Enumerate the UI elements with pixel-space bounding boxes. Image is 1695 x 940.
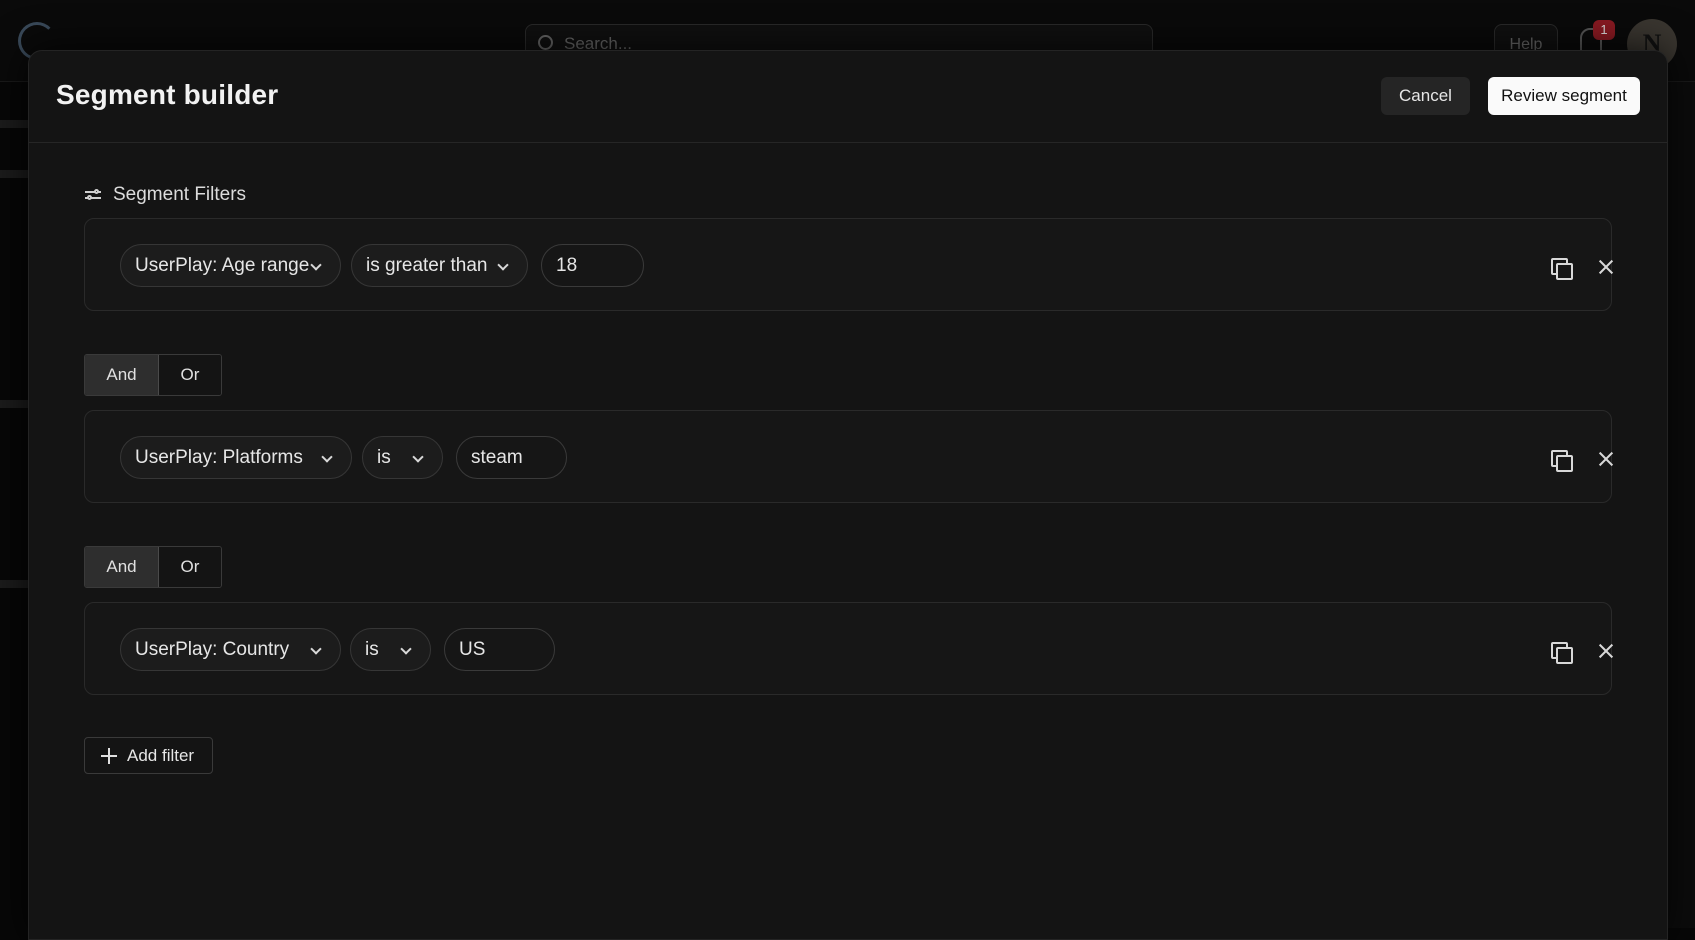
modal-header: Segment builder Cancel Review segment bbox=[29, 51, 1667, 143]
sliders-icon bbox=[85, 188, 101, 202]
sidebar-item bbox=[0, 580, 28, 588]
operator-select[interactable]: is bbox=[362, 436, 443, 479]
field-select[interactable]: UserPlay: Platforms bbox=[120, 436, 352, 479]
duplicate-icon[interactable] bbox=[1551, 450, 1573, 472]
close-icon[interactable] bbox=[1597, 258, 1615, 276]
operator-select[interactable]: is greater than bbox=[351, 244, 528, 287]
field-select[interactable]: UserPlay: Country bbox=[120, 628, 341, 671]
value-input-text: US bbox=[459, 638, 486, 660]
close-icon[interactable] bbox=[1597, 450, 1615, 468]
add-filter-button[interactable]: Add filter bbox=[84, 737, 213, 774]
operator-select-label: is bbox=[365, 638, 379, 660]
plus-icon bbox=[101, 747, 117, 764]
close-icon[interactable] bbox=[1597, 642, 1615, 660]
chevron-down-icon bbox=[497, 259, 509, 271]
value-input-text: steam bbox=[471, 446, 523, 468]
segment-builder-modal: Segment builder Cancel Review segment Se… bbox=[28, 50, 1668, 940]
value-input[interactable]: steam bbox=[456, 436, 567, 479]
sidebar-item bbox=[0, 170, 28, 178]
add-filter-label: Add filter bbox=[127, 745, 195, 765]
operator-select-label: is bbox=[377, 446, 391, 468]
section-label-text: Segment Filters bbox=[113, 184, 247, 205]
logic-toggle: And Or bbox=[84, 354, 222, 396]
chevron-down-icon bbox=[310, 643, 322, 655]
value-input-text: 18 bbox=[556, 254, 578, 276]
logic-toggle: And Or bbox=[84, 546, 222, 588]
chevron-down-icon bbox=[310, 259, 322, 271]
and-button[interactable]: And bbox=[85, 547, 159, 587]
value-input[interactable]: 18 bbox=[541, 244, 644, 287]
chevron-down-icon bbox=[412, 451, 424, 463]
field-select-label: UserPlay: Platforms bbox=[135, 446, 303, 468]
filter-card: UserPlay: Platforms is steam bbox=[84, 410, 1612, 503]
operator-select-label: is greater than bbox=[366, 254, 488, 276]
chevron-down-icon bbox=[400, 643, 412, 655]
operator-select[interactable]: is bbox=[350, 628, 431, 671]
or-button[interactable]: Or bbox=[159, 355, 221, 395]
modal-title: Segment builder bbox=[56, 79, 279, 110]
field-select[interactable]: UserPlay: Age range bbox=[120, 244, 341, 287]
filter-card: UserPlay: Country is US bbox=[84, 602, 1612, 695]
duplicate-icon[interactable] bbox=[1551, 642, 1573, 664]
field-select-label: UserPlay: Age range bbox=[135, 254, 310, 276]
value-input[interactable]: US bbox=[444, 628, 555, 671]
sidebar-item bbox=[0, 400, 28, 408]
notification-badge: 1 bbox=[1593, 20, 1615, 40]
filter-card: UserPlay: Age range is greater than 18 bbox=[84, 218, 1612, 311]
review-segment-button[interactable]: Review segment bbox=[1488, 77, 1640, 115]
sidebar-item bbox=[0, 120, 28, 128]
or-button[interactable]: Or bbox=[159, 547, 221, 587]
chevron-down-icon bbox=[321, 451, 333, 463]
search-icon bbox=[538, 35, 553, 50]
segment-filters-heading: Segment Filters bbox=[85, 183, 246, 207]
field-select-label: UserPlay: Country bbox=[135, 638, 290, 660]
cancel-button[interactable]: Cancel bbox=[1381, 77, 1470, 115]
duplicate-icon[interactable] bbox=[1551, 258, 1573, 280]
and-button[interactable]: And bbox=[85, 355, 159, 395]
